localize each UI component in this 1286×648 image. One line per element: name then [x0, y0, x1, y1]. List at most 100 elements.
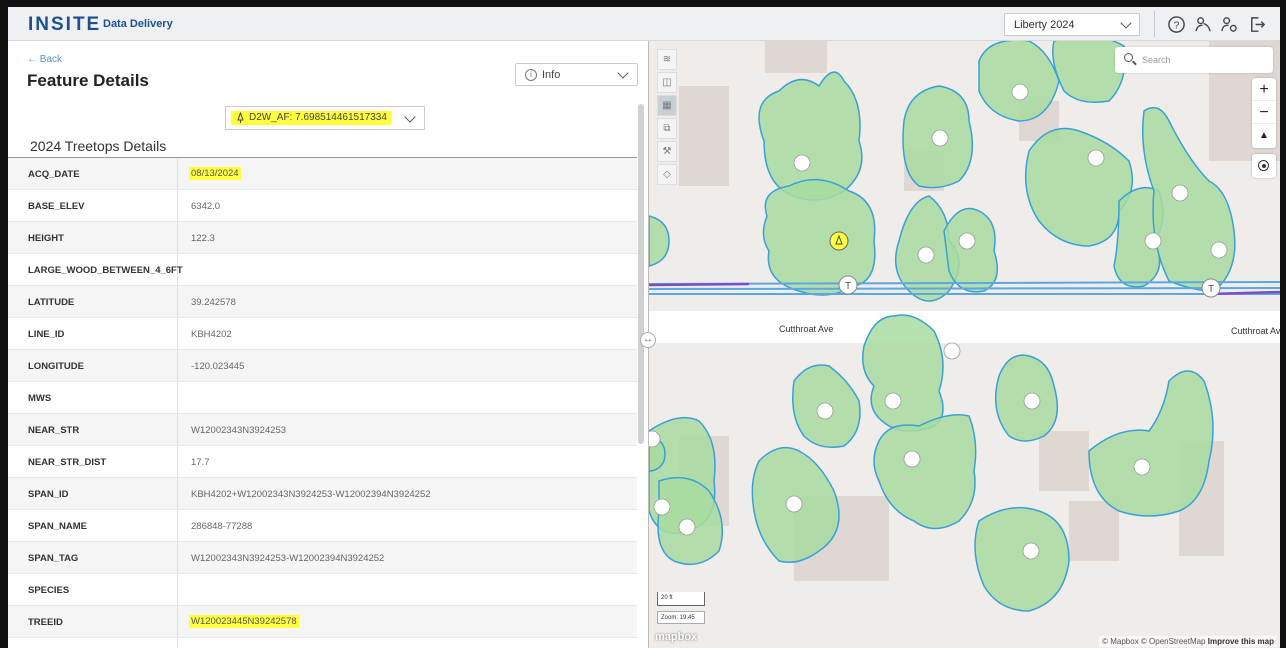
attribute-value: 122.3: [191, 233, 215, 244]
street-label: Cutthroat Ave: [1231, 326, 1280, 336]
wrench-icon[interactable]: ⚒: [657, 141, 677, 162]
table-row: LONGITUDE -120.023445: [8, 350, 637, 382]
attribute-value: W12002343N3924253-W12002394N3924252: [191, 553, 385, 564]
table-row: SPAN_ID KBH4202+W12002343N3924253-W120023…: [8, 478, 637, 510]
user-settings-icon[interactable]: [1220, 15, 1239, 34]
zoom-in-button[interactable]: +: [1252, 78, 1276, 101]
attribute-value: 286848-77288: [191, 521, 253, 532]
project-select-value: Liberty 2024: [1014, 19, 1075, 31]
map-search-input[interactable]: Search: [1115, 47, 1273, 73]
attribute-key: SPAN_TAG: [8, 542, 178, 573]
pole-marker[interactable]: T: [1201, 278, 1221, 298]
attribute-value: 39.242578: [191, 297, 236, 308]
app-window: INSITE Data Delivery Liberty 2024 ? ← Ba…: [8, 7, 1280, 648]
svg-text:T: T: [1208, 284, 1214, 295]
selected-tree-marker[interactable]: [829, 231, 849, 251]
attribute-value: -120.023445: [191, 361, 245, 372]
table-row: LARGE_WOOD_BETWEEN_4_6FT: [8, 254, 637, 286]
table-row: NEAR_STR W12002343N3924253: [8, 414, 637, 446]
tag-icon[interactable]: ◇: [657, 164, 677, 185]
map-attribution: © Mapbox © OpenStreetMap Improve this ma…: [1099, 636, 1277, 647]
street-label: Cutthroat Ave: [779, 324, 834, 334]
table-row: BASE_ELEV 6342.0: [8, 190, 637, 222]
attribute-value: 17.7: [191, 457, 210, 468]
table-row: MWS: [8, 382, 637, 414]
resize-handle[interactable]: ↔: [640, 332, 656, 348]
table-row: SPAN_TAG W12002343N3924253-W12002394N3924…: [8, 542, 637, 574]
header-divider: [1154, 11, 1155, 37]
attribute-key: NEAR_STR: [8, 414, 178, 445]
table-row: TREEID W120023445N39242578: [8, 606, 637, 638]
attribute-key: NEAR_STR_DIST: [8, 446, 178, 477]
chevron-down-icon: [617, 67, 629, 79]
back-link[interactable]: ← Back: [27, 54, 62, 65]
table-row: SPAN_NAME 286848-77288: [8, 510, 637, 542]
attribute-value: KBH4202: [191, 329, 232, 340]
compass-button[interactable]: ▲: [1252, 124, 1276, 147]
attribute-key: ACQ_DATE: [8, 158, 178, 189]
page-title: Feature Details: [27, 71, 149, 90]
chevron-down-icon: [1120, 17, 1132, 29]
panel-scrollbar[interactable]: [638, 104, 644, 444]
table-row: LINE_ID KBH4202: [8, 318, 637, 350]
app-subtitle: Data Delivery: [103, 18, 173, 30]
project-select[interactable]: Liberty 2024: [1004, 13, 1140, 36]
info-select[interactable]: i Info: [515, 63, 638, 86]
map-view[interactable]: T T ≋ ◫ ▦ ⧉ ⚒ ◇ Search + − ▲ Cutthroat A…: [649, 41, 1280, 648]
map-toolbar: ≋ ◫ ▦ ⧉ ⚒ ◇: [657, 49, 677, 187]
attribute-value: 6342.0: [191, 201, 221, 212]
attribute-value: KBH4202+W12002343N3924253-W12002394N3924…: [191, 489, 431, 500]
map-search-placeholder: Search: [1142, 55, 1171, 65]
table-row: VOLTAGE14.4: [8, 638, 637, 648]
layers-icon[interactable]: ≋: [657, 49, 677, 70]
feature-select[interactable]: D2W_AF: 7.698514461517334: [225, 106, 425, 130]
attribute-value: 08/13/2024: [189, 167, 241, 180]
attribute-key: LINE_ID: [8, 318, 178, 349]
attribute-key: TREEID: [8, 606, 178, 637]
attribute-key: LONGITUDE: [8, 350, 178, 381]
zoom-controls: + − ▲: [1252, 78, 1276, 148]
attribution-text: © Mapbox © OpenStreetMap: [1102, 637, 1206, 646]
attribute-key: SPAN_ID: [8, 478, 178, 509]
attributes-table: ACQ_DATE 08/13/2024 BASE_ELEV 6342.0 HEIGHT 1…: [8, 158, 637, 648]
attribute-key: SPECIES: [8, 574, 178, 605]
attribute-key: LATITUDE: [8, 286, 178, 317]
svg-text:T: T: [845, 281, 851, 292]
map-scale: 20 ft: [657, 592, 705, 606]
table-row: NEAR_STR_DIST 17.7: [8, 446, 637, 478]
table-row: LATITUDE 39.242578: [8, 286, 637, 318]
zoom-out-button[interactable]: −: [1252, 101, 1276, 124]
logout-icon[interactable]: [1248, 15, 1267, 34]
attribute-key: LARGE_WOOD_BETWEEN_4_6FT: [8, 254, 183, 285]
improve-map-link[interactable]: Improve this map: [1208, 637, 1274, 646]
feature-select-value: D2W_AF: 7.698514461517334: [249, 112, 387, 123]
attribute-key: BASE_ELEV: [8, 190, 178, 221]
help-icon[interactable]: ?: [1167, 15, 1186, 34]
pole-marker[interactable]: T: [838, 275, 858, 295]
feature-details-panel: ← Back Feature Details i Info D2W_AF: 7.…: [8, 41, 648, 648]
locate-button[interactable]: [1252, 154, 1276, 178]
users-icon[interactable]: [1194, 15, 1213, 34]
top-header: INSITE Data Delivery Liberty 2024 ?: [8, 7, 1280, 41]
table-row: SPECIES: [8, 574, 637, 606]
attribute-value: W12002343N3924253: [191, 425, 287, 436]
chevron-down-icon: [404, 111, 416, 123]
map-canvas[interactable]: T T: [649, 41, 1280, 648]
basemap-icon[interactable]: ◫: [657, 72, 677, 93]
svg-text:?: ?: [1174, 20, 1180, 31]
attribute-key: HEIGHT: [8, 222, 178, 253]
attribute-key: VOLTAGE: [8, 638, 178, 648]
table-row: ACQ_DATE 08/13/2024: [8, 158, 637, 190]
attribute-key: MWS: [8, 382, 178, 413]
info-icon: i: [525, 69, 537, 81]
tree-icon: [237, 112, 244, 123]
feature-select-value-highlight: D2W_AF: 7.698514461517334: [231, 111, 391, 125]
mapbox-logo[interactable]: mapbox: [655, 631, 697, 643]
app-logo: INSITE: [28, 14, 102, 35]
zoom-level-label: Zoom: 19.45: [657, 611, 705, 624]
attribute-key: SPAN_NAME: [8, 510, 178, 541]
table-row: HEIGHT 122.3: [8, 222, 637, 254]
info-select-value: Info: [542, 69, 561, 81]
table-icon[interactable]: ▦: [657, 95, 677, 116]
image-compare-icon[interactable]: ⧉: [657, 118, 677, 139]
